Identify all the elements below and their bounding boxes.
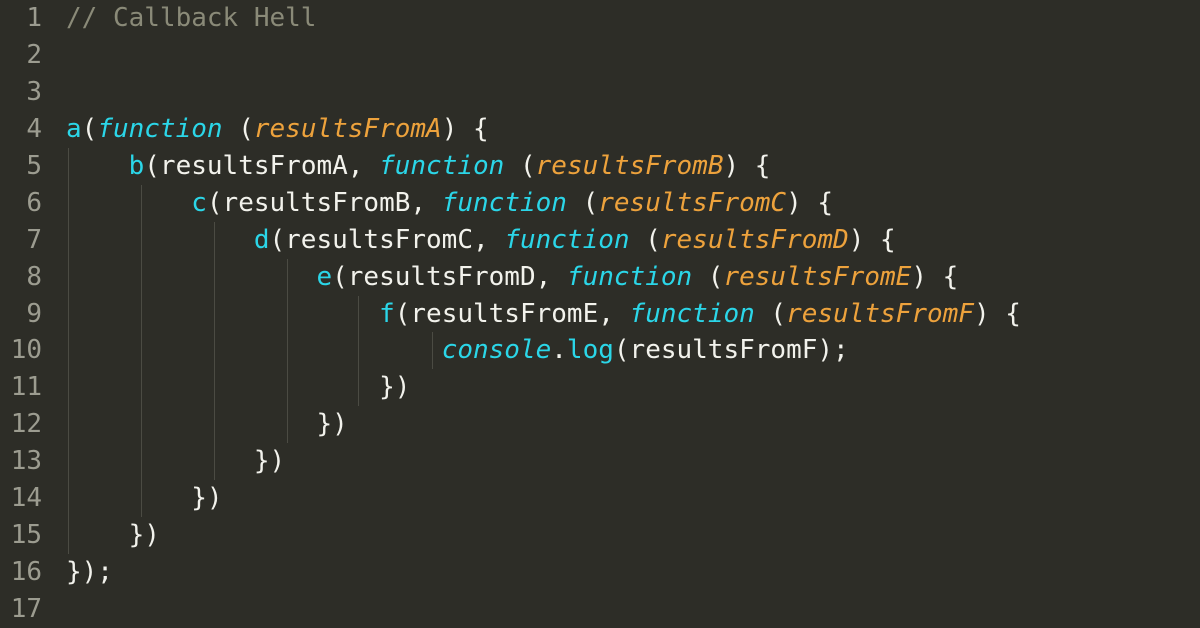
line-number: 14 <box>10 483 42 514</box>
line-number: 10 <box>10 335 42 366</box>
code-line[interactable]: c(resultsFromB, function (resultsFromC) … <box>66 185 1021 222</box>
code-line[interactable]: f(resultsFromE, function (resultsFromF) … <box>66 296 1021 333</box>
code-line[interactable]: console.log(resultsFromF); <box>66 332 1021 369</box>
code-line[interactable]: }) <box>66 406 1021 443</box>
code-line[interactable] <box>66 591 1021 628</box>
code-token: ) { <box>973 298 1021 329</box>
code-token: }) <box>66 409 348 440</box>
line-number: 9 <box>26 298 42 329</box>
code-line[interactable]: }) <box>66 480 1021 517</box>
code-token: ( <box>504 150 536 181</box>
code-token: (resultsFromE, <box>394 298 630 329</box>
code-token: resultsFromD <box>660 224 849 255</box>
code-line[interactable]: d(resultsFromC, function (resultsFromD) … <box>66 222 1021 259</box>
code-token: }); <box>66 557 113 588</box>
code-token: console <box>441 335 552 366</box>
code-token: d <box>253 224 270 255</box>
code-line[interactable]: b(resultsFromA, function (resultsFromB) … <box>66 148 1021 185</box>
code-token: // Callback Hell <box>66 3 317 33</box>
code-token: ( <box>81 113 98 144</box>
code-token: function <box>629 298 755 329</box>
line-number: 7 <box>26 224 42 255</box>
code-token: (resultsFromC, <box>269 224 505 255</box>
code-token: ( <box>754 298 787 329</box>
code-token: c <box>191 187 207 218</box>
code-content[interactable]: // Callback Hell a(function (resultsFrom… <box>66 0 1021 628</box>
code-line[interactable] <box>66 74 1021 111</box>
line-number: 3 <box>26 76 42 107</box>
line-number: 15 <box>10 520 42 551</box>
code-token: function <box>97 113 223 144</box>
code-token: ) { <box>441 113 489 144</box>
code-token: resultsFromC <box>598 187 787 218</box>
code-token: (resultsFromF); <box>613 335 849 366</box>
code-line[interactable]: e(resultsFromD, function (resultsFromE) … <box>66 259 1021 296</box>
code-line[interactable]: }) <box>66 517 1021 554</box>
code-token: a <box>66 113 82 144</box>
code-token: function <box>441 187 567 218</box>
line-number: 1 <box>26 3 42 33</box>
code-token: resultsFromE <box>723 261 912 292</box>
code-token: }) <box>66 520 160 551</box>
line-number: 16 <box>10 557 42 588</box>
code-token: ) { <box>723 150 771 181</box>
code-line[interactable]: // Callback Hell <box>66 0 1021 37</box>
code-token: function <box>379 150 505 181</box>
code-token: resultsFromB <box>535 150 724 181</box>
code-token: ( <box>692 261 724 292</box>
code-token: resultsFromF <box>786 298 974 329</box>
line-number: 11 <box>10 372 42 403</box>
code-token: function <box>504 224 630 255</box>
code-token: ( <box>566 187 599 218</box>
code-token: function <box>566 261 693 292</box>
line-number: 13 <box>10 446 42 477</box>
code-editor[interactable]: 1 2 3 4 5 6 7 8 9 10 11 12 13 14 15 16 17 // Callback He… <box>0 0 1200 628</box>
code-token: ) { <box>911 261 959 292</box>
line-number: 5 <box>26 150 42 181</box>
line-number: 8 <box>26 261 42 292</box>
code-token: }) <box>66 372 411 403</box>
code-token: resultsFromA <box>253 113 442 144</box>
code-line[interactable]: a(function (resultsFromA) { <box>66 111 1021 148</box>
line-number-gutter: 1 2 3 4 5 6 7 8 9 10 11 12 13 14 15 16 17 <box>0 0 42 628</box>
line-number: 12 <box>10 409 42 440</box>
code-token: ( <box>222 113 254 144</box>
code-token: ) { <box>848 224 896 255</box>
line-number: 17 <box>10 594 42 624</box>
code-token: (resultsFromB, <box>206 187 442 218</box>
code-line[interactable]: }) <box>66 369 1021 406</box>
line-number: 6 <box>26 187 42 218</box>
code-token: b <box>128 150 145 181</box>
code-token: ) { <box>786 187 834 218</box>
code-token: ( <box>629 224 661 255</box>
code-token: log <box>566 335 614 366</box>
code-token: . <box>551 335 567 366</box>
code-line[interactable]: }) <box>66 443 1021 480</box>
code-token: }) <box>66 483 223 514</box>
code-token: e <box>316 261 333 292</box>
code-line[interactable]: }); <box>66 554 1021 591</box>
code-token: }) <box>66 446 286 477</box>
code-token: (resultsFromA, <box>144 150 380 181</box>
line-number: 2 <box>26 39 42 70</box>
code-line[interactable] <box>66 37 1021 74</box>
code-token: f <box>379 298 395 329</box>
line-number: 4 <box>26 113 42 144</box>
code-token: (resultsFromD, <box>332 261 567 292</box>
